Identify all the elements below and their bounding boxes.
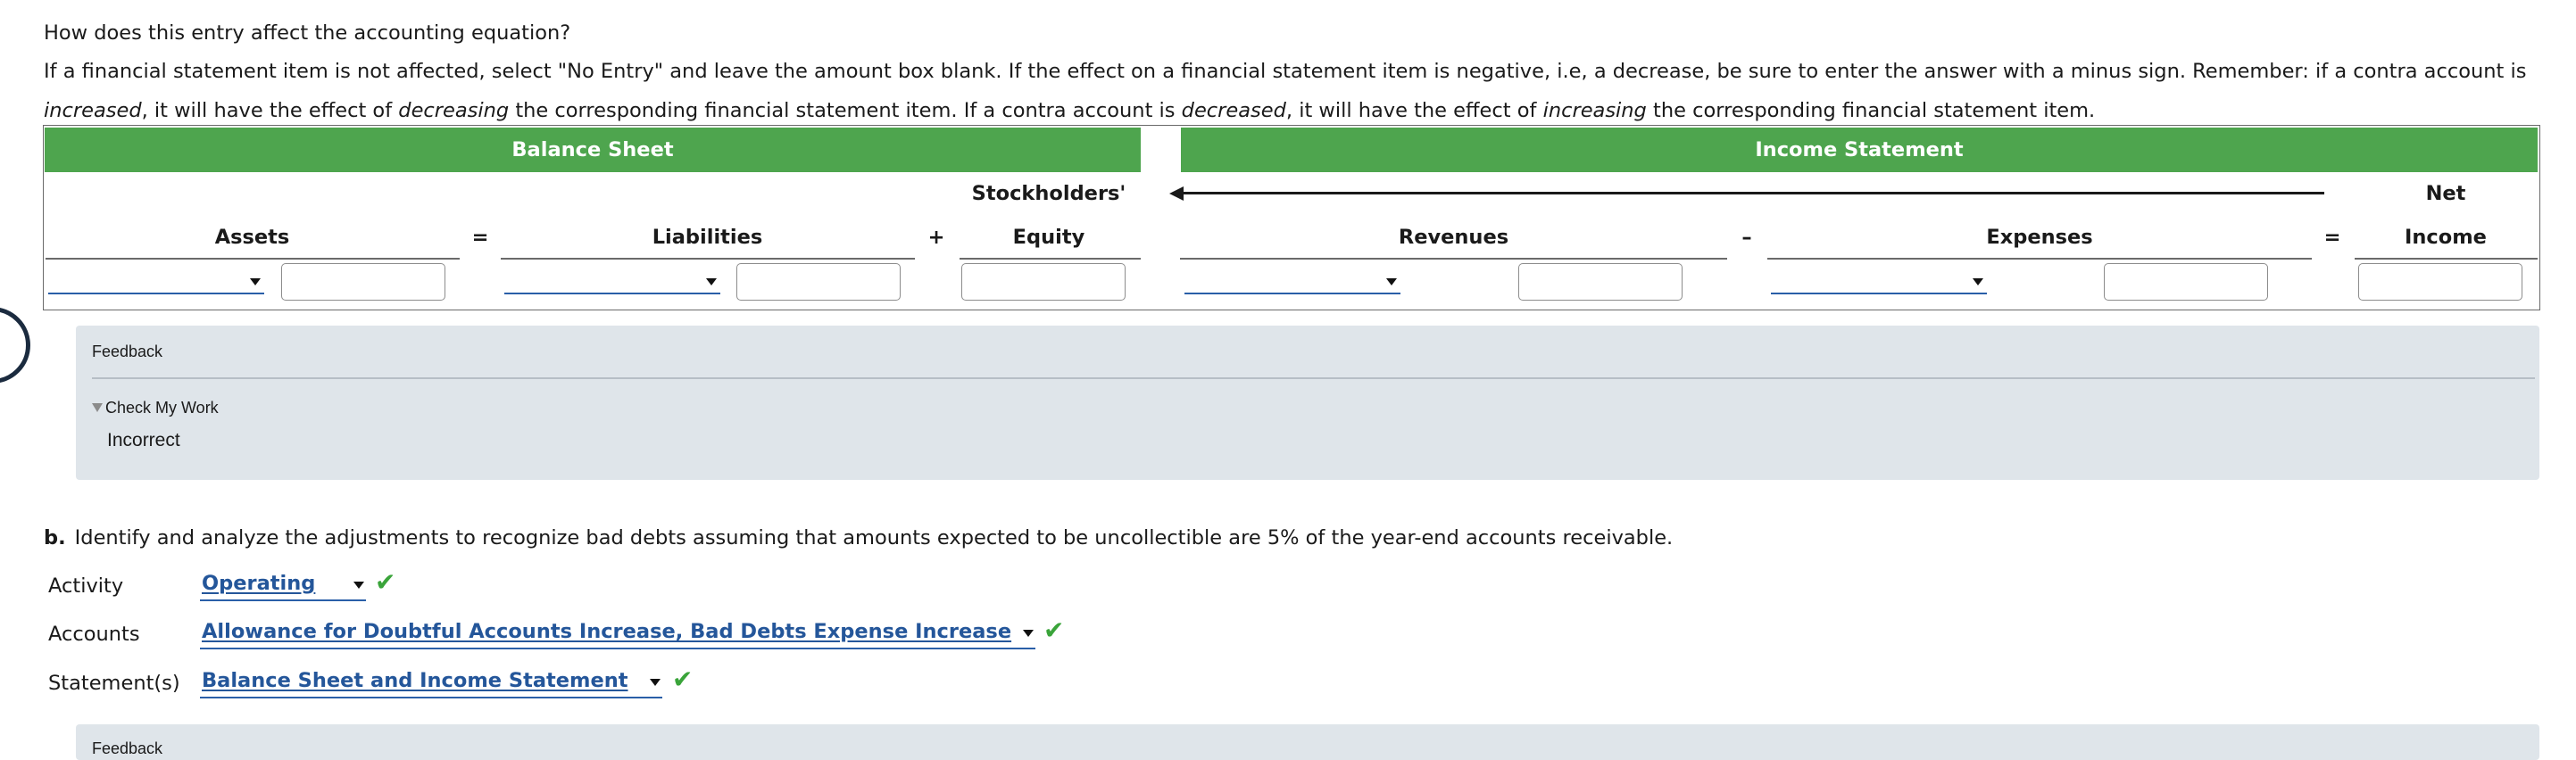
part-b-question-text: Identify and analyze the adjustments to … xyxy=(74,526,1674,549)
assets-amount-input[interactable] xyxy=(281,263,445,301)
triangle-down-icon xyxy=(92,403,103,412)
activity-select-value: Operating xyxy=(202,572,316,595)
correct-check-icon: ✔ xyxy=(375,567,396,597)
accounts-select[interactable]: Allowance for Doubtful Accounts Increase… xyxy=(200,619,1035,649)
liabilities-amount-input[interactable] xyxy=(736,263,901,301)
net-income-amount-input[interactable] xyxy=(2358,263,2522,301)
income-header: Income xyxy=(2405,226,2487,249)
chevron-down-icon xyxy=(250,278,261,285)
feedback-panel xyxy=(76,326,2539,480)
chevron-down-icon xyxy=(650,679,661,686)
equals-sign-2: = xyxy=(2323,226,2341,249)
statements-select-value: Balance Sheet and Income Statement xyxy=(202,669,628,692)
activity-label: Activity xyxy=(48,574,124,598)
question-text: How does this entry affect the accountin… xyxy=(44,21,571,45)
equity-underline xyxy=(960,258,1141,260)
expenses-amount-input[interactable] xyxy=(2104,263,2268,301)
check-my-work-label: Check My Work xyxy=(105,399,219,417)
statements-label: Statement(s) xyxy=(48,672,180,695)
income-underline xyxy=(2355,258,2538,260)
check-my-work-toggle[interactable]: Check My Work xyxy=(92,399,219,417)
expenses-header: Expenses xyxy=(1986,226,2093,249)
activity-select[interactable]: Operating xyxy=(200,571,366,601)
part-b-question: b. Identify and analyze the adjustments t… xyxy=(44,525,1673,551)
correct-check-icon: ✔ xyxy=(1043,615,1065,645)
chevron-down-icon xyxy=(1386,278,1397,285)
stockholders-label: Stockholders' xyxy=(971,182,1126,205)
balance-sheet-header: Balance Sheet xyxy=(45,128,1141,172)
liabilities-underline xyxy=(501,258,915,260)
instructions-text: If a financial statement item is not aff… xyxy=(44,60,2527,122)
liabilities-select[interactable] xyxy=(504,268,720,294)
revenues-select[interactable] xyxy=(1184,268,1400,294)
equals-sign-1: = xyxy=(471,226,489,249)
plus-sign: + xyxy=(927,226,945,249)
feedback-panel-2 xyxy=(76,724,2539,760)
feedback-title: Feedback xyxy=(92,343,163,360)
assets-underline xyxy=(46,258,460,260)
side-nav-circle-button[interactable] xyxy=(0,307,30,384)
chevron-down-icon xyxy=(706,278,717,285)
accounts-label: Accounts xyxy=(48,623,140,646)
revenues-amount-input[interactable] xyxy=(1518,263,1683,301)
equity-amount-input[interactable] xyxy=(961,263,1126,301)
accounts-select-value: Allowance for Doubtful Accounts Increase… xyxy=(202,620,1012,643)
part-b-letter: b. xyxy=(44,526,66,549)
expenses-select[interactable] xyxy=(1771,268,1987,294)
net-label: Net xyxy=(2425,182,2466,205)
minus-sign: – xyxy=(1741,226,1752,249)
feedback-result: Incorrect xyxy=(107,430,180,450)
expenses-underline xyxy=(1767,258,2312,260)
chevron-down-icon xyxy=(1973,278,1983,285)
correct-check-icon: ✔ xyxy=(672,665,694,694)
revenues-underline xyxy=(1180,258,1727,260)
arrow-line xyxy=(1176,192,2324,194)
assets-select[interactable] xyxy=(48,268,264,294)
income-statement-header: Income Statement xyxy=(1181,128,2538,172)
assets-header: Assets xyxy=(214,226,290,249)
feedback-title-2: Feedback xyxy=(92,739,163,757)
equity-header: Equity xyxy=(1012,226,1085,249)
revenues-header: Revenues xyxy=(1398,226,1509,249)
chevron-down-icon xyxy=(353,582,364,589)
feedback-divider xyxy=(92,377,2535,379)
statements-select[interactable]: Balance Sheet and Income Statement xyxy=(200,668,662,698)
liabilities-header: Liabilities xyxy=(652,226,763,249)
chevron-down-icon xyxy=(1023,630,1034,637)
